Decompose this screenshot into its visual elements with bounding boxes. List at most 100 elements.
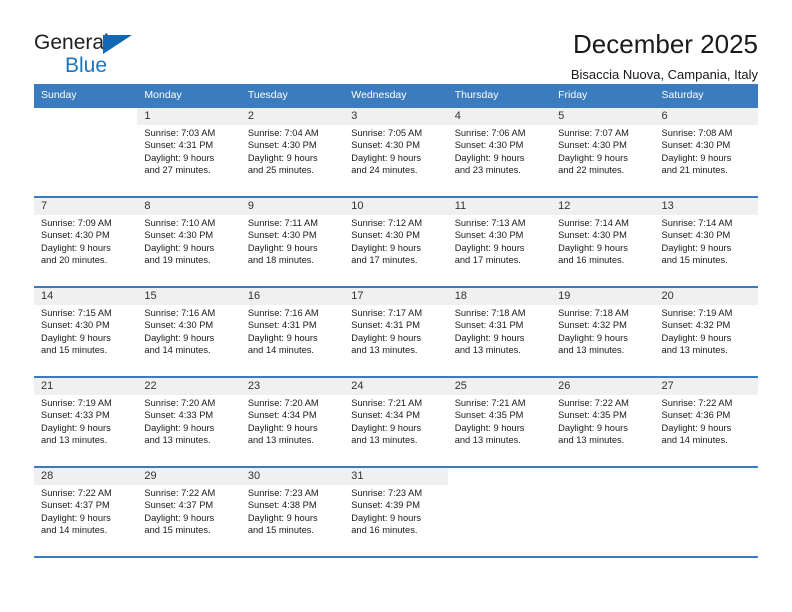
calendar-day-cell[interactable]: 28 Sunrise: 7:22 AM Sunset: 4:37 PM Dayligh… [34, 466, 138, 558]
day-number: 18 [447, 288, 552, 305]
page-title: December 2025 [573, 29, 758, 59]
day-info: Sunrise: 7:06 AM Sunset: 4:30 PM Daylight:… [448, 125, 551, 177]
day-number: 12 [551, 198, 655, 215]
day-number: 1 [137, 108, 241, 125]
calendar-day-cell[interactable]: 9 Sunrise: 7:11 AM Sunset: 4:30 PM Daylight… [240, 196, 345, 287]
calendar-day-cell[interactable]: 23 Sunrise: 7:20 AM Sunset: 4:34 PM Dayligh… [240, 376, 345, 467]
calendar-day-cell[interactable]: 30 Sunrise: 7:23 AM Sunset: 4:38 PM Dayligh… [240, 466, 345, 558]
calendar-day-cell[interactable]: 26 Sunrise: 7:22 AM Sunset: 4:35 PM Dayligh… [551, 376, 655, 467]
day-info: Sunrise: 7:22 AM Sunset: 4:36 PM Daylight:… [655, 395, 758, 447]
calendar-day-cell[interactable]: 22 Sunrise: 7:20 AM Sunset: 4:33 PM Dayligh… [137, 376, 241, 467]
day-cell-inner: 25 Sunrise: 7:21 AM Sunset: 4:35 PM Dayligh… [447, 378, 552, 466]
day-info-sunset: Sunset: 4:33 PM [41, 410, 110, 421]
day-info-sunrise: Sunrise: 7:06 AM [454, 128, 526, 138]
day-cell-inner: 26 Sunrise: 7:22 AM Sunset: 4:35 PM Dayligh… [551, 378, 655, 466]
day-info-daylight-line2: and 16 minutes. [558, 255, 625, 266]
day-number: 13 [654, 198, 758, 215]
calendar-day-cell[interactable]: 13 Sunrise: 7:14 AM Sunset: 4:30 PM Dayligh… [654, 196, 758, 287]
calendar-day-cell[interactable]: 24 Sunrise: 7:21 AM Sunset: 4:34 PM Dayligh… [344, 376, 448, 467]
day-number: 20 [654, 288, 758, 305]
day-info-daylight-line2: and 25 minutes. [247, 165, 314, 176]
day-cell-inner: 10 Sunrise: 7:12 AM Sunset: 4:30 PM Dayligh… [344, 198, 448, 286]
calendar-day-cell[interactable]: 1 Sunrise: 7:03 AM Sunset: 4:31 PM Daylight… [137, 106, 241, 197]
calendar-day-cell[interactable]: 18 Sunrise: 7:18 AM Sunset: 4:31 PM Dayligh… [447, 286, 552, 377]
day-info-sunrise: Sunrise: 7:21 AM [454, 398, 526, 408]
day-info-daylight-line1: Daylight: 9 hours [144, 152, 215, 163]
calendar-day-cell[interactable]: 16 Sunrise: 7:16 AM Sunset: 4:31 PM Dayligh… [240, 286, 345, 377]
calendar-day-cell[interactable]: 7 Sunrise: 7:09 AM Sunset: 4:30 PM Daylight… [34, 196, 138, 287]
day-info: Sunrise: 7:23 AM Sunset: 4:38 PM Daylight:… [241, 485, 344, 537]
day-info-daylight-line1: Daylight: 9 hours [247, 512, 318, 523]
day-info: Sunrise: 7:18 AM Sunset: 4:32 PM Daylight:… [551, 305, 654, 357]
day-info-sunset: Sunset: 4:37 PM [144, 500, 214, 511]
calendar-day-cell[interactable]: 14 Sunrise: 7:15 AM Sunset: 4:30 PM Dayligh… [34, 286, 138, 377]
day-number: 14 [34, 288, 138, 305]
calendar-day-cell [654, 466, 758, 558]
calendar-day-cell[interactable]: 21 Sunrise: 7:19 AM Sunset: 4:33 PM Dayligh… [34, 376, 138, 467]
day-info-sunrise: Sunrise: 7:22 AM [41, 488, 112, 498]
day-info-daylight-line1: Daylight: 9 hours [41, 242, 111, 253]
day-cell-inner: 22 Sunrise: 7:20 AM Sunset: 4:33 PM Dayligh… [137, 378, 241, 466]
day-cell-inner [447, 468, 552, 556]
calendar-day-cell[interactable]: 10 Sunrise: 7:12 AM Sunset: 4:30 PM Dayligh… [344, 196, 448, 287]
weekday-header-monday: Monday [137, 84, 241, 107]
day-info: Sunrise: 7:11 AM Sunset: 4:30 PM Daylight:… [241, 215, 344, 267]
day-info: Sunrise: 7:14 AM Sunset: 4:30 PM Daylight:… [655, 215, 758, 267]
day-info-daylight-line1: Daylight: 9 hours [661, 242, 732, 253]
day-info: Sunrise: 7:19 AM Sunset: 4:32 PM Daylight:… [655, 305, 758, 357]
calendar-day-cell[interactable]: 11 Sunrise: 7:13 AM Sunset: 4:30 PM Dayligh… [447, 196, 552, 287]
day-info-sunrise: Sunrise: 7:20 AM [247, 398, 319, 408]
day-number: 23 [240, 378, 345, 395]
day-info: Sunrise: 7:17 AM Sunset: 4:31 PM Daylight:… [344, 305, 447, 357]
calendar-week-row: 21 Sunrise: 7:19 AM Sunset: 4:33 PM Dayligh… [34, 376, 758, 467]
day-info: Sunrise: 7:18 AM Sunset: 4:31 PM Daylight:… [448, 305, 551, 357]
day-number: 28 [34, 468, 138, 485]
day-info-daylight-line1: Daylight: 9 hours [247, 152, 318, 163]
day-number: 19 [551, 288, 655, 305]
day-number [551, 468, 655, 485]
brand-name-blue: Blue [65, 54, 108, 77]
day-info-daylight-line1: Daylight: 9 hours [144, 242, 215, 253]
day-info-sunset: Sunset: 4:30 PM [247, 230, 317, 241]
calendar-day-cell[interactable]: 31 Sunrise: 7:23 AM Sunset: 4:39 PM Dayligh… [344, 466, 448, 558]
calendar-day-cell[interactable]: 19 Sunrise: 7:18 AM Sunset: 4:32 PM Dayligh… [551, 286, 655, 377]
day-info: Sunrise: 7:08 AM Sunset: 4:30 PM Daylight:… [655, 125, 758, 177]
day-number: 6 [654, 108, 758, 125]
day-info-daylight-line2: and 15 minutes. [41, 345, 108, 356]
calendar-day-cell[interactable]: 6 Sunrise: 7:08 AM Sunset: 4:30 PM Daylight… [654, 106, 758, 197]
day-info-sunrise: Sunrise: 7:11 AM [247, 218, 318, 228]
day-info-sunset: Sunset: 4:30 PM [41, 320, 110, 331]
calendar-day-cell[interactable]: 15 Sunrise: 7:16 AM Sunset: 4:30 PM Dayligh… [137, 286, 241, 377]
day-info-sunrise: Sunrise: 7:05 AM [351, 128, 423, 138]
calendar-day-cell[interactable]: 29 Sunrise: 7:22 AM Sunset: 4:37 PM Dayligh… [137, 466, 241, 558]
day-info-daylight-line1: Daylight: 9 hours [558, 332, 628, 343]
weekday-header-tuesday: Tuesday [240, 84, 345, 107]
calendar-day-cell[interactable]: 5 Sunrise: 7:07 AM Sunset: 4:30 PM Daylight… [551, 106, 655, 197]
day-number: 8 [137, 198, 241, 215]
day-info-daylight-line2: and 27 minutes. [144, 165, 211, 176]
calendar-day-cell[interactable]: 3 Sunrise: 7:05 AM Sunset: 4:30 PM Daylight… [344, 106, 448, 197]
day-number: 15 [137, 288, 241, 305]
day-info-sunrise: Sunrise: 7:14 AM [661, 218, 733, 228]
day-info: Sunrise: 7:22 AM Sunset: 4:35 PM Daylight:… [551, 395, 654, 447]
day-info-daylight-line2: and 13 minutes. [144, 435, 211, 446]
day-info: Sunrise: 7:22 AM Sunset: 4:37 PM Daylight:… [137, 485, 240, 537]
calendar-day-cell[interactable]: 4 Sunrise: 7:06 AM Sunset: 4:30 PM Daylight… [447, 106, 552, 197]
day-cell-inner: 5 Sunrise: 7:07 AM Sunset: 4:30 PM Daylight… [551, 108, 655, 196]
day-info-sunrise: Sunrise: 7:22 AM [661, 398, 733, 408]
calendar-day-cell[interactable]: 25 Sunrise: 7:21 AM Sunset: 4:35 PM Dayligh… [447, 376, 552, 467]
day-info-daylight-line1: Daylight: 9 hours [247, 242, 318, 253]
calendar-day-cell[interactable]: 27 Sunrise: 7:22 AM Sunset: 4:36 PM Dayligh… [654, 376, 758, 467]
calendar-day-cell[interactable]: 12 Sunrise: 7:14 AM Sunset: 4:30 PM Dayligh… [551, 196, 655, 287]
calendar-day-cell[interactable]: 17 Sunrise: 7:17 AM Sunset: 4:31 PM Dayligh… [344, 286, 448, 377]
brand-logo[interactable]: General Blue [34, 28, 144, 80]
calendar-day-cell[interactable]: 2 Sunrise: 7:04 AM Sunset: 4:30 PM Daylight… [240, 106, 345, 197]
day-info-daylight-line1: Daylight: 9 hours [41, 422, 111, 433]
day-info-daylight-line2: and 23 minutes. [454, 165, 521, 176]
day-info-daylight-line1: Daylight: 9 hours [144, 332, 215, 343]
calendar-day-cell[interactable]: 8 Sunrise: 7:10 AM Sunset: 4:30 PM Daylight… [137, 196, 241, 287]
day-info-sunrise: Sunrise: 7:17 AM [351, 308, 423, 318]
title-block: December 2025 Bisaccia Nuova, Campania, … [571, 28, 758, 84]
day-info: Sunrise: 7:14 AM Sunset: 4:30 PM Daylight:… [551, 215, 654, 267]
calendar-day-cell[interactable]: 20 Sunrise: 7:19 AM Sunset: 4:32 PM Dayligh… [654, 286, 758, 377]
